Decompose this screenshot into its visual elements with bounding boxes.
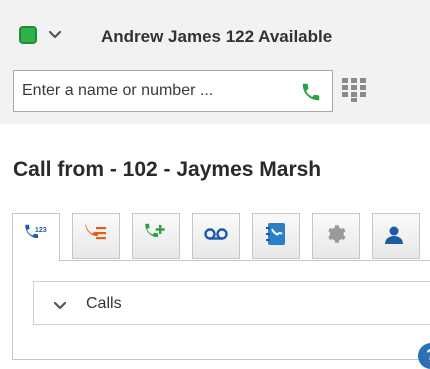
tab-strip: 123 [12, 213, 430, 262]
status-dropdown[interactable] [13, 20, 79, 50]
tab-panel: Calls [12, 260, 430, 360]
dial-bar [0, 62, 430, 124]
calls-section-header[interactable]: Calls [33, 281, 430, 325]
calls-section-label: Calls [86, 295, 122, 312]
chevron-down-icon [53, 297, 68, 311]
add-call-icon [144, 223, 168, 250]
chevron-down-icon [48, 28, 62, 42]
voicemail-icon [203, 226, 229, 247]
tab-dialpad[interactable]: 123 [12, 213, 60, 262]
tabs-area: 123 Calls [0, 205, 430, 360]
contacts-icon [265, 222, 287, 251]
tab-contacts[interactable] [252, 213, 300, 259]
tab-add-call[interactable] [132, 213, 180, 259]
call-title: Call from - 102 - Jaymes Marsh [13, 158, 322, 181]
tab-user[interactable] [372, 213, 420, 259]
call-history-icon [84, 223, 108, 250]
tab-settings[interactable] [312, 213, 360, 259]
phone-icon[interactable] [298, 79, 324, 105]
search-box [13, 70, 333, 112]
dialpad-123-icon: 123 [23, 224, 49, 251]
user-status-label: Andrew James 122 Available [101, 27, 333, 46]
status-bar: Andrew James 122 Available [0, 0, 430, 62]
status-green-icon [19, 26, 37, 44]
user-icon [383, 224, 405, 251]
tab-voicemail[interactable] [192, 213, 240, 259]
dialpad-icon[interactable] [342, 78, 366, 102]
search-input[interactable] [22, 71, 282, 111]
svg-text:123: 123 [35, 227, 47, 234]
settings-icon [325, 223, 347, 250]
tab-call-history[interactable] [72, 213, 120, 259]
